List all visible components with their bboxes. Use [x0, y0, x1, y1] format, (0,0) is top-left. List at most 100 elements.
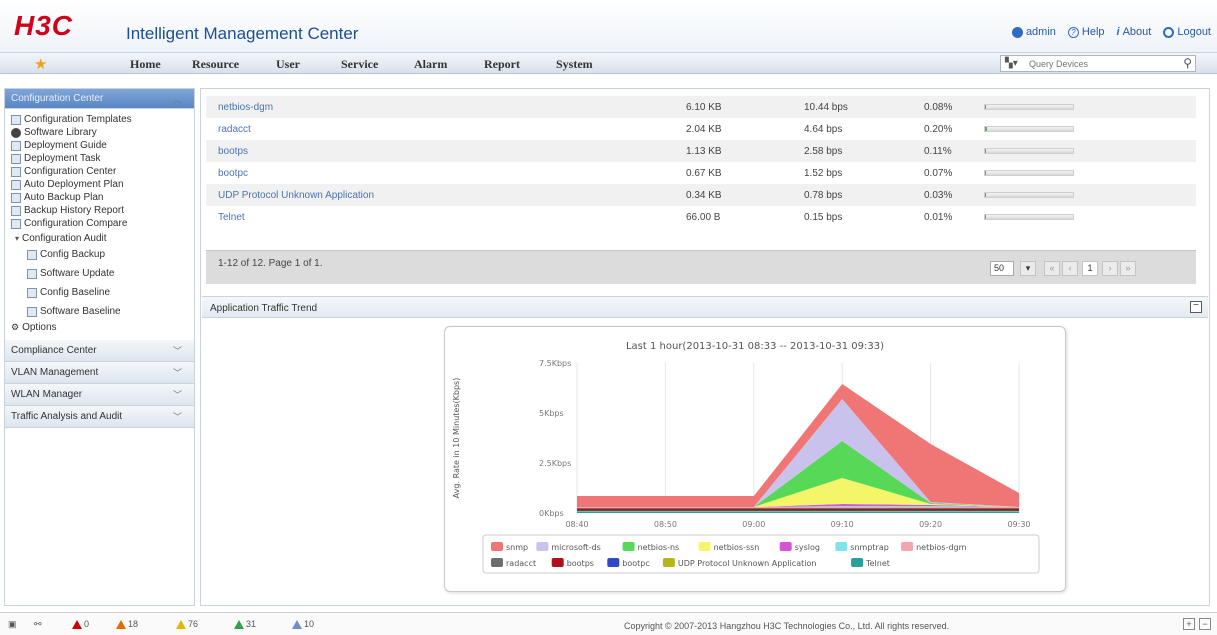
share-bar	[984, 104, 1074, 110]
accordion-configuration-center[interactable]: Configuration Center ︿	[5, 89, 194, 109]
disc-icon	[11, 127, 21, 138]
series-area-telnet	[577, 512, 1019, 513]
user-icon	[1011, 26, 1023, 38]
y-tick-label: 0Kbps	[539, 509, 564, 518]
series-area-netbios-dgm	[577, 507, 1019, 508]
legend-label: netbios-dgm	[916, 543, 967, 552]
sidebar-item-label: Backup History Report	[24, 205, 125, 216]
sidebar-item-auto-backup-plan[interactable]: Auto Backup Plan	[5, 191, 194, 204]
traffic-trend-chart: Last 1 hour(2013-10-31 08:33 -- 2013-10-…	[444, 326, 1066, 592]
share-bar-fill	[985, 149, 986, 153]
sidebar-item-options[interactable]: ⚙ Options	[5, 321, 194, 334]
page-size-select[interactable]: 50	[990, 261, 1014, 276]
info-alarm-icon	[292, 619, 302, 629]
trend-panel-header: Application Traffic Trend −	[202, 296, 1208, 318]
accordion-wlan-manager[interactable]: WLAN Manager ﹀	[5, 384, 194, 406]
legend-label: netbios-ns	[638, 543, 680, 552]
x-tick-label: 09:10	[831, 520, 854, 529]
nav-resource[interactable]: Resource	[192, 57, 239, 72]
major-alarm-count[interactable]: 18	[116, 619, 138, 629]
rate-cell: 1.52 bps	[804, 168, 843, 179]
sidebar-item-deployment-guide[interactable]: Deployment Guide	[5, 139, 194, 152]
compare-icon	[11, 218, 21, 229]
current-page-input[interactable]: 1	[1082, 261, 1098, 276]
y-tick-label: 7.5Kbps	[539, 359, 571, 368]
sidebar-item-configuration-compare[interactable]: Configuration Compare	[5, 217, 194, 230]
sidebar-item-deployment-task[interactable]: Deployment Task	[5, 152, 194, 165]
nav-user[interactable]: User	[276, 57, 300, 72]
traffic-cell: 2.04 KB	[686, 124, 722, 135]
app-name-link[interactable]: UDP Protocol Unknown Application	[218, 190, 374, 201]
chevron-down-icon: ﹀	[172, 390, 182, 400]
last-page-button[interactable]: »	[1120, 261, 1136, 276]
app-name-link[interactable]: bootps	[218, 146, 248, 157]
document-icon	[27, 268, 37, 279]
sidebar-item-label: Configuration Center	[24, 166, 117, 177]
accordion-compliance-center[interactable]: Compliance Center ﹀	[5, 340, 194, 362]
warning-alarm-icon	[234, 619, 244, 629]
collapse-icon[interactable]: −	[1199, 618, 1211, 630]
alarm-count: 76	[188, 619, 199, 629]
series-area-udp-protocol-unknown-application	[577, 511, 1019, 512]
left-sidebar: Configuration Center ︿ Configuration Tem…	[4, 88, 195, 606]
sidebar-item-configuration-audit[interactable]: ▾ Configuration Audit	[5, 232, 194, 245]
share-bar-fill	[985, 215, 986, 219]
table-row: UDP Protocol Unknown Application 0.34 KB…	[206, 184, 1196, 206]
chevron-up-icon: ︿	[172, 95, 182, 105]
about-link[interactable]: i About	[1117, 26, 1152, 38]
collapse-toggle-icon[interactable]: ▾	[15, 234, 19, 243]
nav-alarm[interactable]: Alarm	[414, 57, 447, 72]
sidebar-item-config-backup[interactable]: Config Backup	[5, 245, 194, 264]
info-alarm-count[interactable]: 10	[292, 619, 314, 629]
link-icon[interactable]: ⚯	[34, 619, 42, 630]
accordion-traffic-analysis[interactable]: Traffic Analysis and Audit ﹀	[5, 406, 194, 428]
sidebar-item-configuration-center[interactable]: Configuration Center	[5, 165, 194, 178]
next-page-button[interactable]: ›	[1102, 261, 1118, 276]
share-bar	[984, 148, 1074, 154]
share-bar	[984, 126, 1074, 132]
sidebar-item-configuration-templates[interactable]: Configuration Templates	[5, 113, 194, 126]
expand-icon[interactable]: +	[1183, 618, 1195, 630]
sidebar-item-config-baseline[interactable]: Config Baseline	[5, 283, 194, 302]
sidebar-item-software-baseline[interactable]: Software Baseline	[5, 302, 194, 321]
table-row: Telnet 66.00 B 0.15 bps 0.01%	[206, 206, 1196, 228]
sidebar-item-backup-history-report[interactable]: Backup History Report	[5, 204, 194, 217]
first-page-button[interactable]: «	[1044, 261, 1060, 276]
app-name-link[interactable]: netbios-dgm	[218, 102, 273, 113]
traffic-cell: 0.34 KB	[686, 190, 722, 201]
critical-alarm-count[interactable]: 0	[72, 619, 89, 629]
help-link[interactable]: ? Help	[1067, 26, 1105, 38]
nav-report[interactable]: Report	[484, 57, 520, 72]
sidebar-item-auto-deployment-plan[interactable]: Auto Deployment Plan	[5, 178, 194, 191]
app-name-link[interactable]: Telnet	[218, 212, 245, 223]
prev-page-button[interactable]: ‹	[1062, 261, 1078, 276]
logout-link[interactable]: Logout	[1163, 26, 1211, 38]
list-icon	[11, 153, 21, 164]
minimize-icon[interactable]: −	[1190, 301, 1202, 313]
device-type-dropdown-icon[interactable]: ▚▾	[1005, 58, 1018, 69]
legend-label: snmptrap	[850, 543, 889, 552]
sidebar-item-software-library[interactable]: Software Library	[5, 126, 194, 139]
query-devices-input[interactable]	[1029, 57, 1169, 70]
legend-label: bootps	[567, 559, 594, 568]
share-bar	[984, 192, 1074, 198]
warning-alarm-count[interactable]: 31	[234, 619, 256, 629]
topology-icon[interactable]: ▣	[8, 619, 17, 630]
accordion-vlan-management[interactable]: VLAN Management ﹀	[5, 362, 194, 384]
nav-service[interactable]: Service	[341, 57, 378, 72]
nav-home[interactable]: Home	[130, 57, 161, 72]
legend-label: Telnet	[865, 559, 890, 568]
search-icon[interactable]: ⚲	[1183, 56, 1192, 70]
app-name-link[interactable]: radacct	[218, 124, 251, 135]
minor-alarm-count[interactable]: 76	[176, 619, 198, 629]
device-search: ▚▾ ⚲	[1000, 55, 1196, 72]
admin-link[interactable]: admin	[1011, 26, 1056, 38]
app-name-link[interactable]: bootpc	[218, 168, 248, 179]
plan-icon	[11, 192, 21, 203]
nav-system[interactable]: System	[556, 57, 593, 72]
favorites-star-icon[interactable]: ★	[34, 55, 47, 73]
top-links: admin ? Help i About Logout	[1011, 26, 1211, 38]
legend-swatch	[698, 542, 711, 551]
sidebar-item-software-update[interactable]: Software Update	[5, 264, 194, 283]
page-size-dropdown-icon[interactable]: ▾	[1020, 261, 1036, 276]
